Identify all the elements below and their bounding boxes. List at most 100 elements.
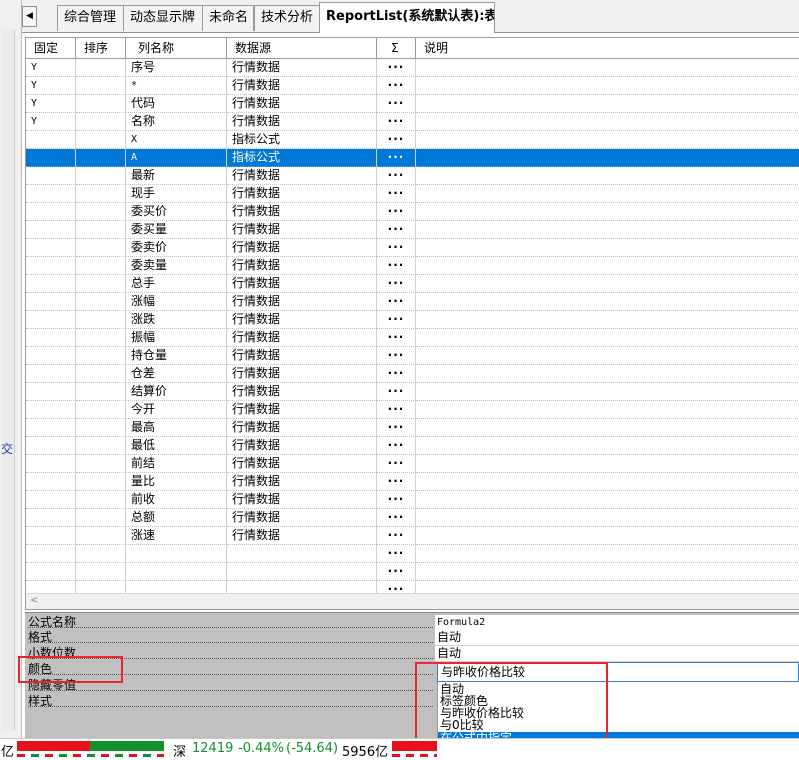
cell-sigma-button[interactable]: ··· [377,329,416,347]
table-row[interactable]: A 指标公式 ··· [26,149,799,167]
cell-sigma-button[interactable]: ··· [377,95,416,113]
cell-sigma-button[interactable]: ··· [377,365,416,383]
cell-sigma-button[interactable]: ··· [377,293,416,311]
property-value[interactable]: 自动 [435,630,799,646]
table-row[interactable]: 仓差 行情数据 ··· [26,365,799,383]
cell-fixed: Y [26,59,76,77]
cell-sigma-button[interactable]: ··· [377,311,416,329]
cell-sigma-button[interactable]: ··· [377,563,416,581]
cell-sigma-button[interactable]: ··· [377,473,416,491]
cell-sigma-button[interactable]: ··· [377,257,416,275]
cell-sigma-button[interactable]: ··· [377,509,416,527]
scroll-left-icon[interactable]: < [30,595,38,606]
color-select[interactable]: 与昨收价格比较 [437,662,799,682]
table-row[interactable]: 委买价 行情数据 ··· [26,203,799,221]
cell-sigma-button[interactable]: ··· [377,347,416,365]
property-row[interactable]: 小数位数 自动 [25,646,799,662]
table-row[interactable]: 委买量 行情数据 ··· [26,221,799,239]
cell-column-name: 代码 [126,95,227,113]
cell-sigma-button[interactable]: ··· [377,149,416,167]
table-row[interactable]: X 指标公式 ··· [26,131,799,149]
cell-sigma-button[interactable]: ··· [377,167,416,185]
cell-sigma-button[interactable]: ··· [377,491,416,509]
header-description[interactable]: 说明 [416,38,799,59]
property-label: 格式 [28,630,433,646]
table-row[interactable]: 委卖价 行情数据 ··· [26,239,799,257]
property-value[interactable]: Formula2 [435,615,799,631]
tab-bar: ◀ 综合管理 动态显示牌 未命名 技术分析 ReportList(系统默认表):… [22,0,799,33]
color-option[interactable]: 与昨收价格比较 [438,707,799,719]
cell-sigma-button[interactable]: ··· [377,185,416,203]
cell-column-name: 前收 [126,491,227,509]
property-value[interactable]: 自动 [435,646,799,662]
cell-sigma-button[interactable]: ··· [377,203,416,221]
table-row[interactable]: 振幅 行情数据 ··· [26,329,799,347]
cell-sigma-button[interactable]: ··· [377,275,416,293]
table-row[interactable]: 现手 行情数据 ··· [26,185,799,203]
cell-sigma-button[interactable]: ··· [377,131,416,149]
header-sort[interactable]: 排序 [76,38,126,59]
table-row[interactable]: 今开 行情数据 ··· [26,401,799,419]
cell-sigma-button[interactable]: ··· [377,545,416,563]
table-row[interactable]: 前结 行情数据 ··· [26,455,799,473]
header-fixed[interactable]: 固定 [26,38,76,59]
cell-sigma-button[interactable]: ··· [377,239,416,257]
tab-untitled[interactable]: 未命名 [202,5,254,31]
cell-column-name: 振幅 [126,329,227,347]
table-row[interactable]: 前收 行情数据 ··· [26,491,799,509]
cell-sigma-button[interactable]: ··· [377,77,416,95]
table-row[interactable]: Y 序号 行情数据 ··· [26,59,799,77]
cell-sigma-button[interactable]: ··· [377,59,416,77]
header-column-name[interactable]: 列名称 [126,38,227,59]
cell-sigma-button[interactable]: ··· [377,527,416,545]
cell-description [416,383,799,401]
cell-sigma-button[interactable]: ··· [377,419,416,437]
cell-sigma-button[interactable]: ··· [377,437,416,455]
cell-description [416,563,799,581]
cell-column-name: 最新 [126,167,227,185]
tab-dynamic-board[interactable]: 动态显示牌 [123,5,203,31]
property-label: 颜色 [28,662,433,678]
header-data-source[interactable]: 数据源 [227,38,377,59]
table-row[interactable]: 总手 行情数据 ··· [26,275,799,293]
horizontal-scrollbar[interactable]: < [26,593,799,609]
cell-fixed [26,293,76,311]
table-row[interactable]: 持仓量 行情数据 ··· [26,347,799,365]
cell-sigma-button[interactable]: ··· [377,113,416,131]
cell-sigma-button[interactable]: ··· [377,455,416,473]
tab-technical-analysis[interactable]: 技术分析 [254,5,320,31]
table-row[interactable]: 委卖量 行情数据 ··· [26,257,799,275]
cell-sigma-button[interactable]: ··· [377,221,416,239]
cell-data-source: 行情数据 [227,365,377,383]
table-row[interactable]: 最低 行情数据 ··· [26,437,799,455]
color-option[interactable]: 与0比较 [438,719,799,731]
property-row[interactable]: 格式 自动 [25,630,799,646]
table-row[interactable]: 最高 行情数据 ··· [26,419,799,437]
cell-data-source: 行情数据 [227,311,377,329]
table-row[interactable]: 量比 行情数据 ··· [26,473,799,491]
table-row[interactable]: 涨速 行情数据 ··· [26,527,799,545]
cell-sigma-button[interactable]: ··· [377,401,416,419]
cell-description [416,149,799,167]
header-sigma[interactable]: Σ [377,38,416,59]
table-row[interactable]: 结算价 行情数据 ··· [26,383,799,401]
property-row[interactable]: 公式名称 Formula2 [25,615,799,631]
color-option[interactable]: 自动 [438,683,799,695]
table-row[interactable]: 涨跌 行情数据 ··· [26,311,799,329]
cell-sort [76,59,126,77]
table-row[interactable]: ··· [26,545,799,563]
cell-description [416,59,799,77]
table-row[interactable]: 最新 行情数据 ··· [26,167,799,185]
tab-report-list[interactable]: ReportList(系统默认表):表 [319,2,495,33]
table-row[interactable]: Y 代码 行情数据 ··· [26,95,799,113]
table-row[interactable]: Y * 行情数据 ··· [26,77,799,95]
cell-sort [76,185,126,203]
left-panel-scroll[interactable] [2,30,15,730]
table-row[interactable]: 总额 行情数据 ··· [26,509,799,527]
table-row[interactable]: Y 名称 行情数据 ··· [26,113,799,131]
table-row[interactable]: ··· [26,563,799,581]
table-row[interactable]: 涨幅 行情数据 ··· [26,293,799,311]
volume-dash-line-2 [392,754,437,757]
tab-scroll-left-icon[interactable]: ◀ [22,6,37,27]
cell-sigma-button[interactable]: ··· [377,383,416,401]
